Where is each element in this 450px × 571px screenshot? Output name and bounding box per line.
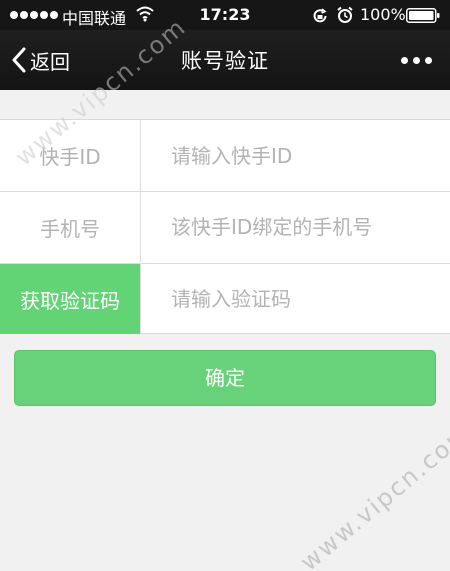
verification-code-row: 获取验证码: [0, 263, 450, 334]
alarm-icon: [336, 6, 354, 28]
phone-label: 手机号: [0, 192, 141, 262]
kuaishou-id-input[interactable]: [141, 120, 450, 191]
more-options-button[interactable]: [401, 57, 432, 64]
phone-row: 手机号: [0, 191, 450, 262]
get-verification-code-button[interactable]: 获取验证码: [0, 264, 141, 334]
more-dots-icon: [401, 57, 408, 64]
confirm-button[interactable]: 确定: [14, 350, 436, 406]
kuaishou-id-label: 快手ID: [0, 120, 141, 191]
battery-icon: [406, 8, 440, 23]
navigation-bar: 返回 账号验证: [0, 30, 450, 90]
screen: 中国联通 17:23 100% 返回 账号验证 快手ID 请输入快手ID 手机号…: [0, 0, 450, 571]
battery-percentage: 100%: [360, 5, 406, 24]
rotation-lock-icon: [311, 7, 329, 29]
verification-code-input[interactable]: [141, 264, 450, 334]
watermark-bottom: www.vipcn.com: [295, 417, 450, 571]
kuaishou-id-row: 快手ID: [0, 120, 450, 191]
page-title: 账号验证: [181, 49, 269, 73]
phone-input[interactable]: [141, 192, 450, 262]
verification-form: 快手ID 手机号 获取验证码: [0, 119, 450, 334]
status-bar: 中国联通 17:23 100%: [0, 0, 450, 30]
